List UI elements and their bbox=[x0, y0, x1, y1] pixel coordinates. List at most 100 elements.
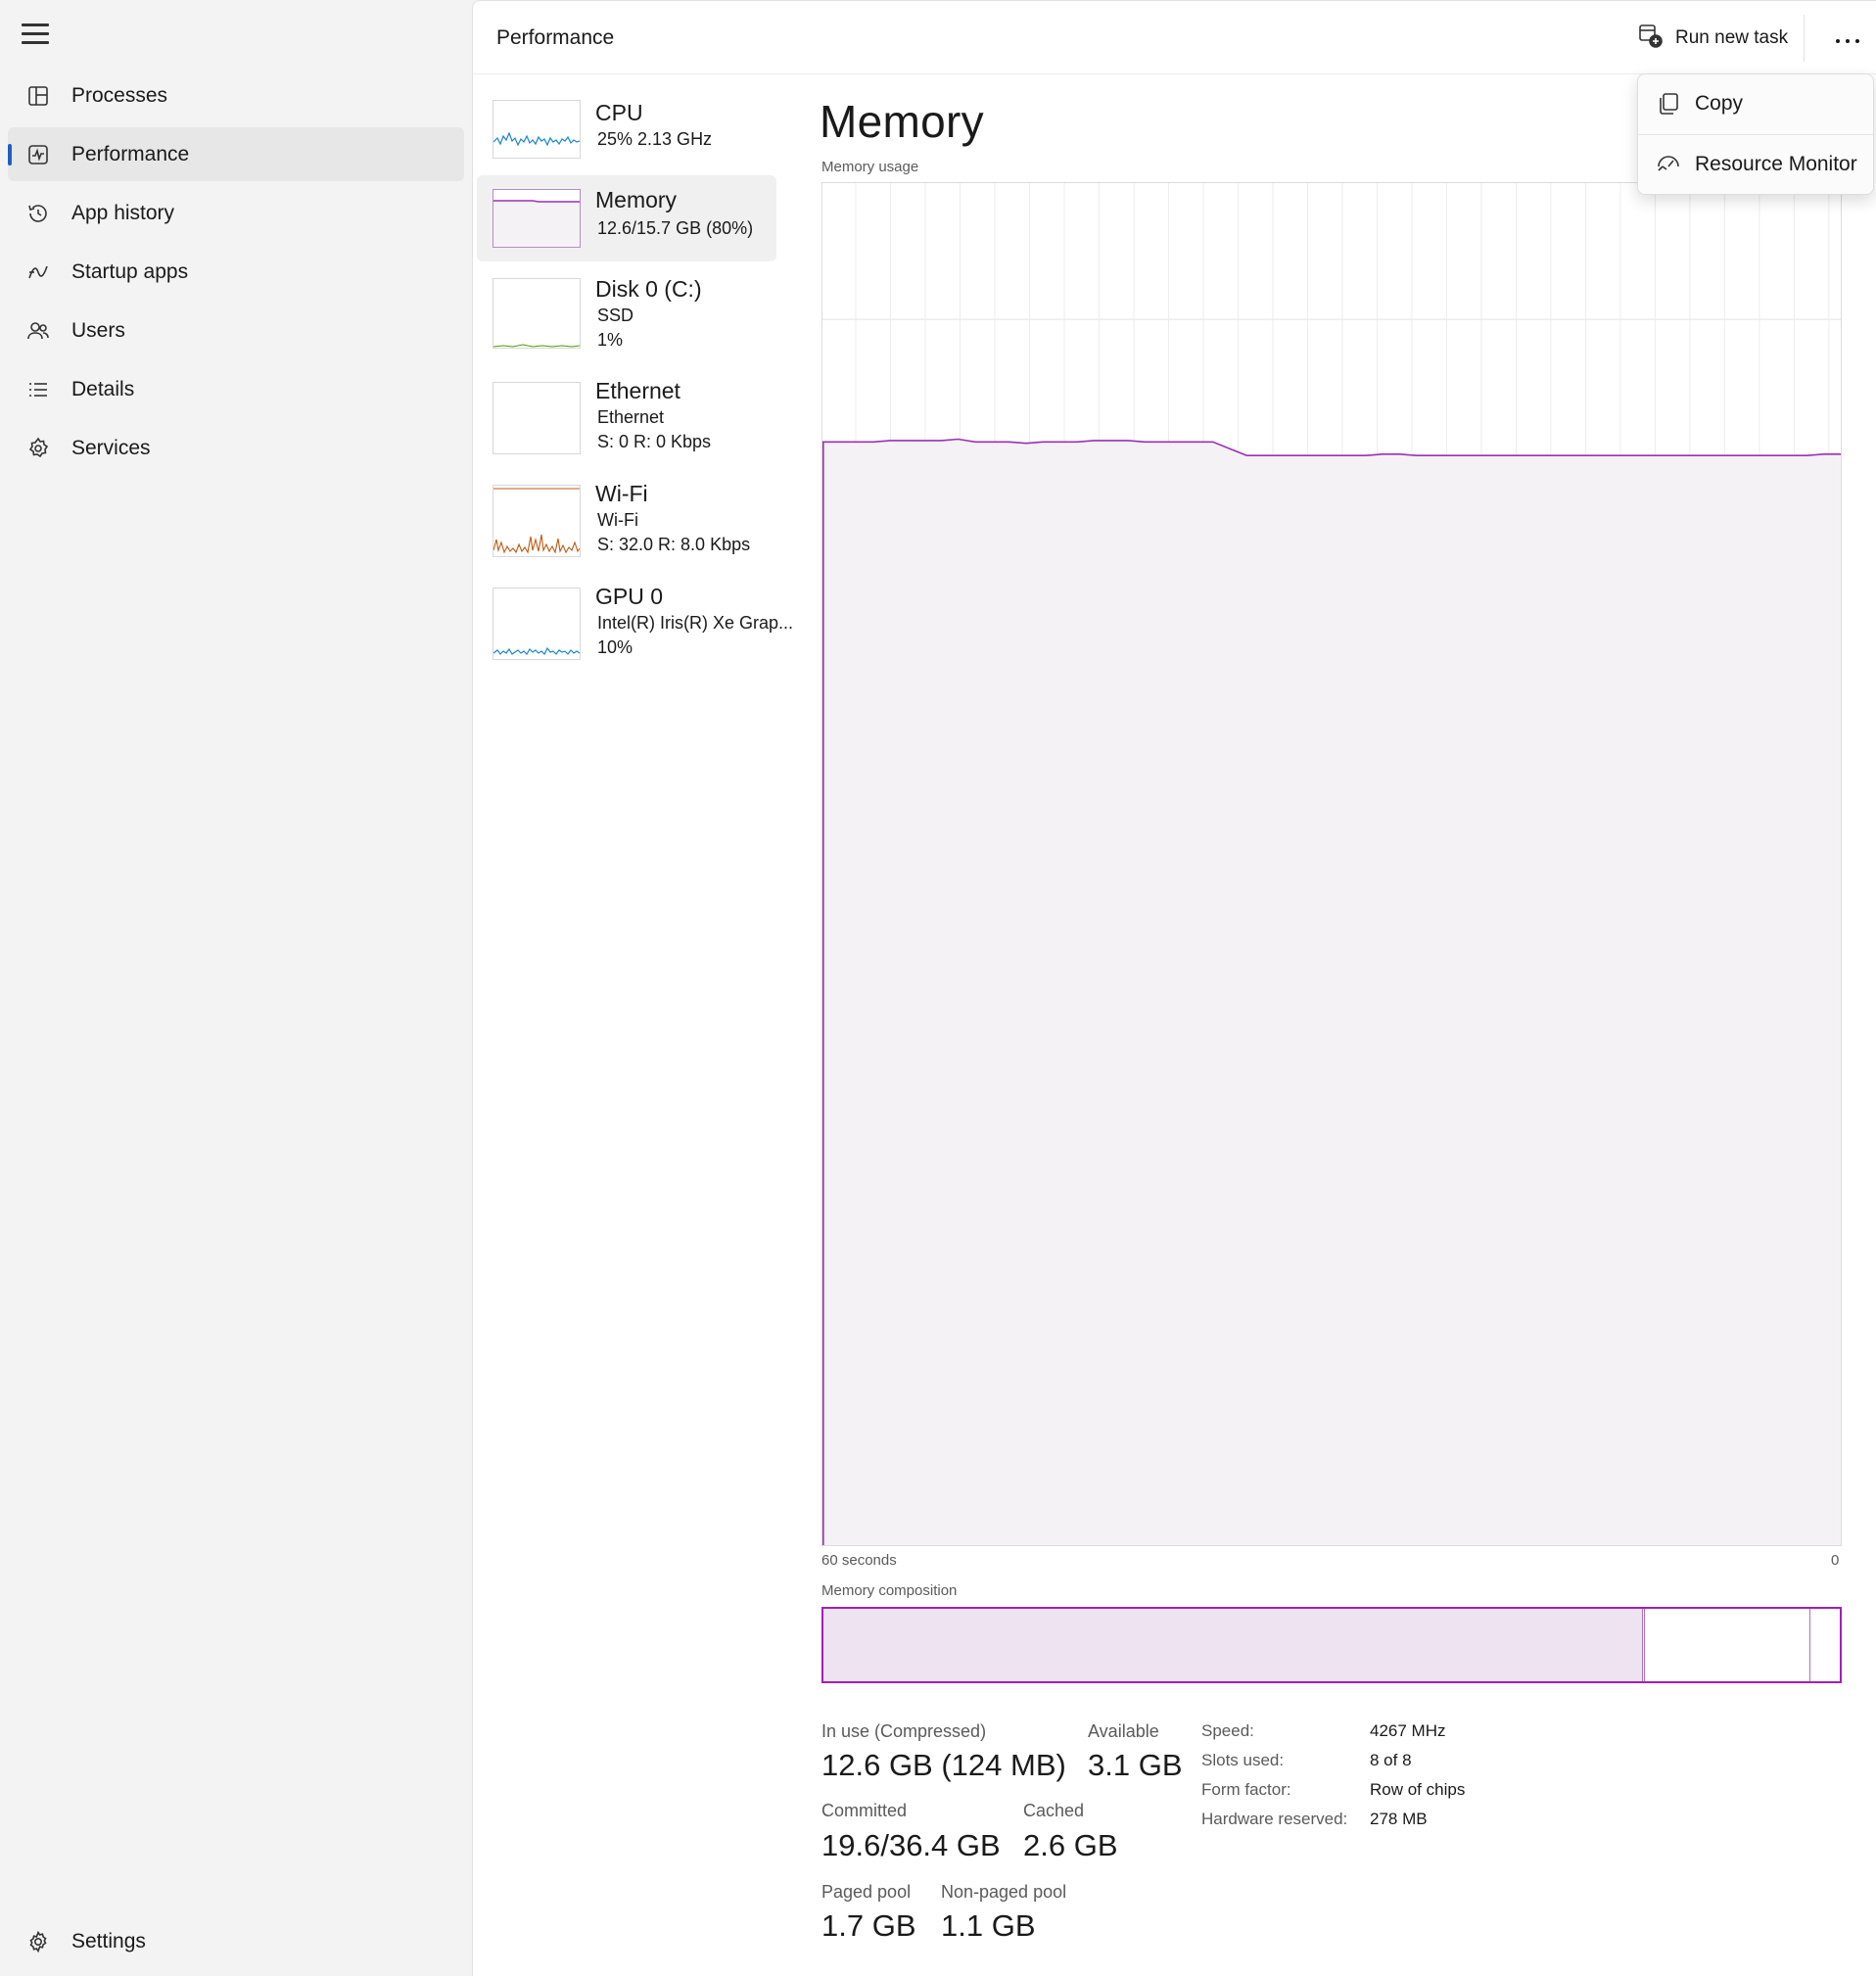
sidebar-item-label: Details bbox=[71, 377, 135, 400]
disk-thumbnail-graph bbox=[492, 278, 581, 349]
resource-monitor-icon bbox=[1656, 152, 1681, 177]
sidebar-item-users[interactable]: Users bbox=[8, 304, 464, 357]
more-icon bbox=[1833, 30, 1862, 48]
cached-value: 2.6 GB bbox=[1023, 1828, 1118, 1862]
sidebar-item-details[interactable]: Details bbox=[8, 362, 464, 416]
detail-title: Memory bbox=[820, 96, 984, 147]
memory-usage-chart-svg bbox=[822, 183, 1841, 1545]
spec-value-slots: 8 of 8 bbox=[1370, 1751, 1412, 1769]
run-task-icon bbox=[1638, 24, 1664, 54]
resource-detail: S: 32.0 R: 8.0 Kbps bbox=[597, 535, 751, 554]
composition-caption: Memory composition bbox=[821, 1582, 958, 1599]
spec-label-form-factor: Form factor: bbox=[1201, 1780, 1291, 1799]
spec-value-form-factor: Row of chips bbox=[1370, 1780, 1466, 1799]
sidebar-item-label: Users bbox=[71, 318, 125, 342]
sidebar-item-settings[interactable]: Settings bbox=[8, 1914, 464, 1968]
resource-item-disk[interactable]: Disk 0 (C:) SSD 1% bbox=[477, 264, 776, 362]
resource-item-cpu[interactable]: CPU 25% 2.13 GHz bbox=[477, 90, 776, 172]
run-new-task-button[interactable]: Run new task bbox=[1638, 19, 1788, 58]
menu-separator bbox=[1638, 134, 1873, 135]
spec-value-hardware-reserved: 278 MB bbox=[1370, 1810, 1428, 1828]
memory-usage-area bbox=[822, 439, 1841, 1545]
hamburger-menu-icon[interactable] bbox=[22, 24, 49, 47]
resource-name: Wi-Fi bbox=[595, 481, 648, 506]
resource-name: CPU bbox=[595, 100, 643, 125]
cached-label: Cached bbox=[1023, 1801, 1085, 1820]
sidebar-item-services[interactable]: Services bbox=[8, 421, 464, 475]
menu-item-copy[interactable]: Copy bbox=[1642, 78, 1869, 129]
page-title: Performance bbox=[496, 26, 615, 49]
spec-label-slots: Slots used: bbox=[1201, 1751, 1285, 1769]
resource-item-ethernet[interactable]: Ethernet Ethernet S: 0 R: 0 Kbps bbox=[477, 366, 776, 466]
memory-usage-chart bbox=[821, 182, 1842, 1546]
resource-detail: S: 0 R: 0 Kbps bbox=[597, 432, 712, 451]
resource-name: Ethernet bbox=[595, 378, 680, 403]
performance-icon bbox=[23, 140, 53, 169]
resource-detail: SSD bbox=[597, 306, 634, 325]
toolbar: Performance Run new task bbox=[473, 1, 1876, 74]
toolbar-divider bbox=[1804, 15, 1805, 62]
in-use-value: 12.6 GB (124 MB) bbox=[821, 1748, 1066, 1782]
committed-label: Committed bbox=[821, 1801, 908, 1820]
x-axis-left-label: 60 seconds bbox=[821, 1552, 897, 1569]
ethernet-thumbnail-graph bbox=[492, 382, 581, 454]
sidebar-item-label: Startup apps bbox=[71, 259, 189, 283]
settings-label: Settings bbox=[71, 1929, 146, 1952]
paged-pool-label: Paged pool bbox=[821, 1882, 912, 1902]
more-options-button[interactable] bbox=[1826, 21, 1869, 58]
sidebar-item-processes[interactable]: Processes bbox=[8, 69, 464, 122]
spec-label-speed: Speed: bbox=[1201, 1721, 1254, 1740]
nonpaged-pool-value: 1.1 GB bbox=[941, 1908, 1036, 1943]
cpu-thumbnail-graph bbox=[492, 100, 581, 159]
wifi-thumbnail-graph bbox=[492, 485, 581, 557]
startup-apps-icon bbox=[23, 258, 53, 287]
menu-item-resource-monitor[interactable]: Resource Monitor bbox=[1642, 139, 1869, 190]
sidebar-item-performance[interactable]: Performance bbox=[8, 127, 464, 181]
sidebar: Processes Performance App history Startu… bbox=[0, 0, 472, 1976]
resource-item-memory[interactable]: Memory 12.6/15.7 GB (80%) bbox=[477, 175, 776, 261]
gpu-thumbnail-graph bbox=[492, 588, 581, 660]
nonpaged-pool-label: Non-paged pool bbox=[941, 1882, 1067, 1902]
menu-item-label: Resource Monitor bbox=[1695, 153, 1857, 175]
menu-item-label: Copy bbox=[1695, 92, 1744, 115]
available-value: 3.1 GB bbox=[1088, 1748, 1183, 1782]
committed-value: 19.6/36.4 GB bbox=[821, 1828, 1001, 1862]
composition-in-use-segment bbox=[823, 1609, 1642, 1681]
resource-name: Disk 0 (C:) bbox=[595, 276, 702, 302]
resource-item-wifi[interactable]: Wi-Fi Wi-Fi S: 32.0 R: 8.0 Kbps bbox=[477, 469, 776, 569]
resource-detail: 12.6/15.7 GB (80%) bbox=[597, 218, 754, 238]
x-axis-right-label: 0 bbox=[1831, 1552, 1840, 1569]
memory-composition-bar bbox=[821, 1607, 1842, 1683]
sidebar-item-label: Services bbox=[71, 436, 151, 459]
available-label: Available bbox=[1088, 1721, 1159, 1741]
resource-name: Memory bbox=[595, 187, 678, 212]
details-icon bbox=[23, 375, 53, 404]
resource-item-gpu[interactable]: GPU 0 Intel(R) Iris(R) Xe Grap... 10% bbox=[477, 572, 793, 672]
resource-detail: Ethernet bbox=[597, 407, 665, 427]
sidebar-item-startup-apps[interactable]: Startup apps bbox=[8, 245, 464, 299]
chart-caption: Memory usage bbox=[821, 159, 919, 175]
more-options-menu: Copy Resource Monitor bbox=[1637, 73, 1874, 195]
run-new-task-label: Run new task bbox=[1675, 27, 1789, 48]
main-panel: Performance Run new task CPU 25% 2.13 GH… bbox=[472, 0, 1876, 1976]
resource-detail: Intel(R) Iris(R) Xe Grap... bbox=[597, 613, 794, 633]
spec-label-hardware-reserved: Hardware reserved: bbox=[1201, 1810, 1348, 1828]
gear-icon bbox=[23, 1927, 53, 1956]
memory-thumbnail-graph bbox=[492, 189, 581, 248]
sidebar-item-app-history[interactable]: App history bbox=[8, 186, 464, 240]
paged-pool-value: 1.7 GB bbox=[821, 1908, 916, 1943]
sidebar-item-label: Performance bbox=[71, 142, 190, 165]
spec-value-speed: 4267 MHz bbox=[1370, 1721, 1446, 1740]
composition-standby-segment bbox=[1645, 1609, 1810, 1681]
resource-detail: Wi-Fi bbox=[597, 510, 638, 530]
in-use-label: In use (Compressed) bbox=[821, 1721, 987, 1741]
composition-free-segment bbox=[1810, 1609, 1840, 1681]
users-icon bbox=[23, 316, 53, 346]
resource-detail: 25% 2.13 GHz bbox=[597, 129, 713, 149]
processes-icon bbox=[23, 81, 53, 111]
sidebar-item-label: Processes bbox=[71, 83, 168, 107]
resource-detail: 10% bbox=[597, 637, 633, 657]
sidebar-nav: Processes Performance App history Startu… bbox=[8, 69, 464, 480]
resource-detail: 1% bbox=[597, 330, 624, 350]
app-history-icon bbox=[23, 199, 53, 228]
